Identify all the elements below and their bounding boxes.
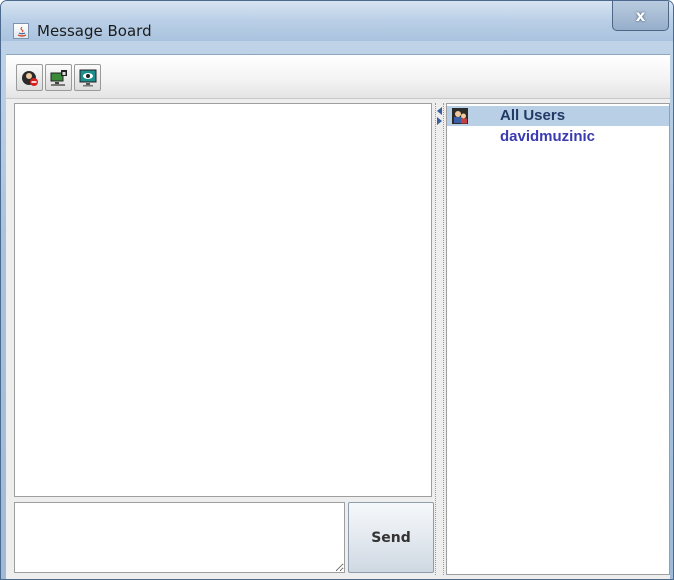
user-list-item-label: davidmuzinic: [500, 128, 596, 145]
monitor-view-icon: [79, 69, 96, 86]
message-board-window: Message Board x Send All Users davidmuzi…: [0, 0, 674, 580]
computer-lock-icon: [50, 69, 67, 86]
collapse-left-icon[interactable]: [437, 107, 442, 115]
split-pane-divider[interactable]: [435, 103, 444, 575]
user-list[interactable]: All Users davidmuzinic: [446, 103, 670, 575]
user-list-item-label: All Users: [500, 107, 566, 124]
message-display[interactable]: [14, 103, 432, 497]
send-button[interactable]: Send: [348, 502, 434, 573]
toolbar: [6, 55, 670, 99]
close-icon: x: [635, 6, 646, 25]
view-screen-button[interactable]: [74, 64, 101, 91]
logout-button[interactable]: [16, 64, 43, 91]
lock-computer-button[interactable]: [45, 64, 72, 91]
collapse-right-icon[interactable]: [437, 117, 442, 125]
message-input[interactable]: [14, 502, 345, 573]
client-area: Send All Users davidmuzinic: [6, 54, 670, 579]
user-list-item-davidmuzinic[interactable]: davidmuzinic: [447, 127, 669, 147]
close-button[interactable]: x: [612, 1, 669, 31]
window-title: Message Board: [37, 22, 152, 40]
users-group-icon: [452, 108, 468, 124]
java-app-icon: [13, 23, 29, 39]
title-bar[interactable]: Message Board x: [1, 1, 673, 41]
user-list-item-all-users[interactable]: All Users: [447, 106, 669, 126]
logout-avatar-icon: [21, 70, 38, 86]
